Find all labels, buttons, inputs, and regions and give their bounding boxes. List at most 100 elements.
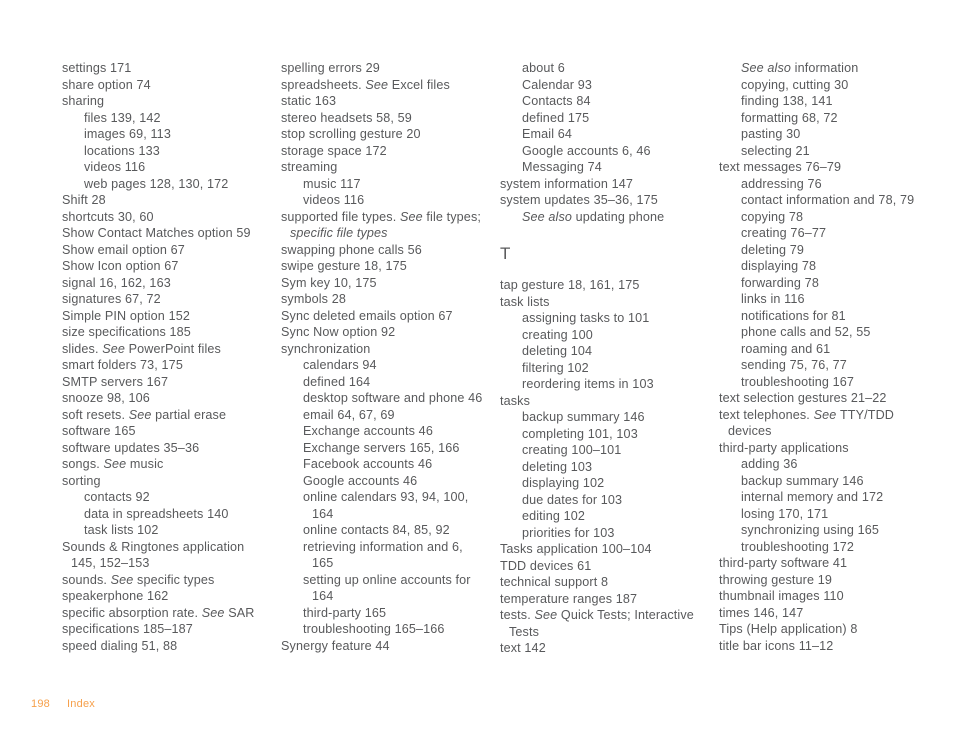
index-entry[interactable]: signal 16, 162, 163 bbox=[62, 275, 265, 292]
index-entry[interactable]: retrieving information and 6, bbox=[303, 539, 484, 556]
index-entry[interactable]: 145, 152–153 bbox=[62, 555, 265, 572]
index-entry[interactable]: technical support 8 bbox=[500, 574, 703, 591]
index-entry[interactable]: contact information and 78, 79 bbox=[741, 192, 922, 209]
index-entry[interactable]: assigning tasks to 101 bbox=[522, 310, 703, 327]
index-entry[interactable]: Sync deleted emails option 67 bbox=[281, 308, 484, 325]
index-entry[interactable]: text selection gestures 21–22 bbox=[719, 390, 922, 407]
index-entry[interactable]: locations 133 bbox=[84, 143, 265, 160]
index-entry[interactable]: Show email option 67 bbox=[62, 242, 265, 259]
index-entry[interactable]: Exchange servers 165, 166 bbox=[303, 440, 484, 457]
index-entry[interactable]: specifications 185–187 bbox=[62, 621, 265, 638]
index-entry[interactable]: stereo headsets 58, 59 bbox=[281, 110, 484, 127]
index-entry[interactable]: third-party software 41 bbox=[719, 555, 922, 572]
index-entry[interactable]: troubleshooting 167 bbox=[741, 374, 922, 391]
index-entry[interactable]: smart folders 73, 175 bbox=[62, 357, 265, 374]
index-entry[interactable]: system information 147 bbox=[500, 176, 703, 193]
index-entry[interactable]: selecting 21 bbox=[741, 143, 922, 160]
index-entry[interactable]: text telephones. See TTY/TDD bbox=[719, 407, 922, 424]
index-entry[interactable]: swipe gesture 18, 175 bbox=[281, 258, 484, 275]
index-entry[interactable]: text 142 bbox=[500, 640, 703, 657]
index-entry[interactable]: backup summary 146 bbox=[741, 473, 922, 490]
index-entry[interactable]: tests. See Quick Tests; Interactive bbox=[500, 607, 703, 624]
index-entry[interactable]: Google accounts 46 bbox=[303, 473, 484, 490]
index-entry[interactable]: editing 102 bbox=[522, 508, 703, 525]
index-entry[interactable]: Sounds & Ringtones application bbox=[62, 539, 265, 556]
index-entry[interactable]: speed dialing 51, 88 bbox=[62, 638, 265, 655]
index-entry[interactable]: completing 101, 103 bbox=[522, 426, 703, 443]
index-entry[interactable]: notifications for 81 bbox=[741, 308, 922, 325]
index-entry[interactable]: Shift 28 bbox=[62, 192, 265, 209]
index-entry[interactable]: software updates 35–36 bbox=[62, 440, 265, 457]
index-entry[interactable]: displaying 78 bbox=[741, 258, 922, 275]
index-entry[interactable]: filtering 102 bbox=[522, 360, 703, 377]
index-entry[interactable]: tasks bbox=[500, 393, 703, 410]
index-entry[interactable]: defined 175 bbox=[522, 110, 703, 127]
index-entry[interactable]: sounds. See specific types bbox=[62, 572, 265, 589]
index-entry[interactable]: supported file types. See file types; bbox=[281, 209, 484, 226]
index-entry[interactable]: storage space 172 bbox=[281, 143, 484, 160]
index-entry[interactable]: defined 164 bbox=[303, 374, 484, 391]
index-entry[interactable]: share option 74 bbox=[62, 77, 265, 94]
index-entry[interactable]: creating 100 bbox=[522, 327, 703, 344]
index-entry[interactable]: symbols 28 bbox=[281, 291, 484, 308]
index-entry[interactable]: synchronization bbox=[281, 341, 484, 358]
index-entry[interactable]: sharing bbox=[62, 93, 265, 110]
index-entry[interactable]: setting up online accounts for bbox=[303, 572, 484, 589]
index-entry[interactable]: Tests bbox=[500, 624, 703, 641]
index-entry[interactable]: static 163 bbox=[281, 93, 484, 110]
index-entry[interactable]: files 139, 142 bbox=[84, 110, 265, 127]
index-entry[interactable]: troubleshooting 172 bbox=[741, 539, 922, 556]
index-entry[interactable]: copying, cutting 30 bbox=[741, 77, 922, 94]
index-entry[interactable]: backup summary 146 bbox=[522, 409, 703, 426]
index-entry[interactable]: email 64, 67, 69 bbox=[303, 407, 484, 424]
index-entry[interactable]: Show Icon option 67 bbox=[62, 258, 265, 275]
index-entry[interactable]: Show Contact Matches option 59 bbox=[62, 225, 265, 242]
index-entry[interactable]: losing 170, 171 bbox=[741, 506, 922, 523]
index-entry[interactable]: sending 75, 76, 77 bbox=[741, 357, 922, 374]
index-entry[interactable]: TDD devices 61 bbox=[500, 558, 703, 575]
index-entry[interactable]: third-party 165 bbox=[303, 605, 484, 622]
index-entry[interactable]: 164 bbox=[303, 506, 484, 523]
index-entry[interactable]: online contacts 84, 85, 92 bbox=[303, 522, 484, 539]
index-entry[interactable]: size specifications 185 bbox=[62, 324, 265, 341]
index-entry[interactable]: Calendar 93 bbox=[522, 77, 703, 94]
index-entry[interactable]: Tips (Help application) 8 bbox=[719, 621, 922, 638]
index-entry[interactable]: web pages 128, 130, 172 bbox=[84, 176, 265, 193]
index-entry[interactable]: snooze 98, 106 bbox=[62, 390, 265, 407]
index-entry[interactable]: due dates for 103 bbox=[522, 492, 703, 509]
index-entry[interactable]: songs. See music bbox=[62, 456, 265, 473]
index-entry[interactable]: online calendars 93, 94, 100, bbox=[303, 489, 484, 506]
index-entry[interactable]: throwing gesture 19 bbox=[719, 572, 922, 589]
index-entry[interactable]: about 6 bbox=[522, 60, 703, 77]
index-entry[interactable]: internal memory and 172 bbox=[741, 489, 922, 506]
index-entry[interactable]: links in 116 bbox=[741, 291, 922, 308]
index-entry[interactable]: software 165 bbox=[62, 423, 265, 440]
index-entry[interactable]: text messages 76–79 bbox=[719, 159, 922, 176]
index-entry[interactable]: calendars 94 bbox=[303, 357, 484, 374]
index-entry[interactable]: temperature ranges 187 bbox=[500, 591, 703, 608]
index-entry[interactable]: music 117 bbox=[303, 176, 484, 193]
index-entry[interactable]: deleting 103 bbox=[522, 459, 703, 476]
index-entry[interactable]: speakerphone 162 bbox=[62, 588, 265, 605]
index-entry[interactable]: reordering items in 103 bbox=[522, 376, 703, 393]
index-entry[interactable]: synchronizing using 165 bbox=[741, 522, 922, 539]
index-entry[interactable]: formatting 68, 72 bbox=[741, 110, 922, 127]
index-entry[interactable]: Synergy feature 44 bbox=[281, 638, 484, 655]
index-entry[interactable]: images 69, 113 bbox=[84, 126, 265, 143]
index-entry[interactable]: spreadsheets. See Excel files bbox=[281, 77, 484, 94]
index-entry[interactable]: streaming bbox=[281, 159, 484, 176]
index-entry[interactable]: Messaging 74 bbox=[522, 159, 703, 176]
index-entry[interactable]: Simple PIN option 152 bbox=[62, 308, 265, 325]
index-entry[interactable]: desktop software and phone 46 bbox=[303, 390, 484, 407]
index-entry[interactable]: spelling errors 29 bbox=[281, 60, 484, 77]
index-entry[interactable]: settings 171 bbox=[62, 60, 265, 77]
index-entry[interactable]: deleting 79 bbox=[741, 242, 922, 259]
index-entry[interactable]: copying 78 bbox=[741, 209, 922, 226]
index-entry[interactable]: specific file types bbox=[281, 225, 484, 242]
index-entry[interactable]: creating 76–77 bbox=[741, 225, 922, 242]
index-entry[interactable]: adding 36 bbox=[741, 456, 922, 473]
index-entry[interactable]: deleting 104 bbox=[522, 343, 703, 360]
index-entry[interactable]: tap gesture 18, 161, 175 bbox=[500, 277, 703, 294]
index-entry[interactable]: Tasks application 100–104 bbox=[500, 541, 703, 558]
index-entry[interactable]: 165 bbox=[303, 555, 484, 572]
